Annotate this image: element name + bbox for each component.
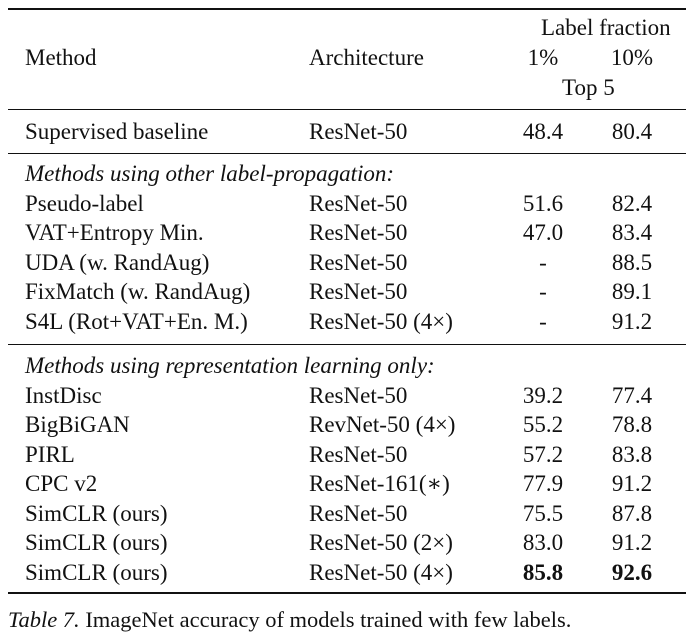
- row-architecture: ResNet-50 (2×): [309, 530, 453, 555]
- row-architecture: ResNet-50: [309, 500, 408, 526]
- baseline-architecture: ResNet-50: [309, 119, 408, 144]
- row-architecture: ResNet-50 (4×): [309, 559, 453, 585]
- row-top5-1pct: 47.0: [522, 220, 564, 245]
- row-top5-10pct: 82.4: [611, 190, 653, 216]
- group-rule: [8, 344, 686, 346]
- row-architecture: ResNet-50: [309, 441, 408, 467]
- header-1-percent: 1%: [527, 45, 559, 70]
- row-top5-10pct: 89.1: [611, 279, 653, 304]
- row-top5-1pct: -: [539, 249, 547, 275]
- header-method: Method: [25, 45, 97, 70]
- row-method: VAT+Entropy Min.: [25, 220, 204, 245]
- baseline-method: Supervised baseline: [25, 119, 209, 144]
- row-top5-1pct: 57.2: [522, 441, 564, 467]
- row-top5-1pct: -: [539, 308, 547, 334]
- row-top5-1pct: 39.2: [522, 382, 564, 408]
- row-top5-10pct: 83.8: [611, 441, 653, 467]
- row-top5-10pct: 91.2: [611, 530, 653, 555]
- header-top5: Top 5: [562, 75, 615, 100]
- row-top5-1pct: 77.9: [522, 471, 564, 496]
- row-top5-1pct: 55.2: [522, 412, 564, 437]
- row-architecture: ResNet-161(∗): [309, 471, 450, 496]
- row-architecture: ResNet-50: [309, 382, 408, 408]
- row-top5-10pct: 77.4: [611, 382, 653, 408]
- row-method: UDA (w. RandAug): [25, 249, 210, 275]
- row-method: Pseudo-label: [25, 190, 144, 216]
- caption-text: ImageNet accuracy of models trained with…: [79, 607, 572, 632]
- row-method: SimCLR (ours): [25, 530, 168, 555]
- row-top5-10pct: 83.4: [611, 220, 653, 245]
- row-top5-1pct: 51.6: [522, 190, 564, 216]
- row-top5-10pct: 91.2: [611, 471, 653, 496]
- row-architecture: ResNet-50: [309, 190, 408, 216]
- row-top5-10pct: 91.2: [611, 308, 653, 334]
- row-architecture: RevNet-50 (4×): [309, 412, 456, 437]
- row-top5-1pct: 83.0: [522, 530, 564, 555]
- header-10-percent: 10%: [610, 45, 654, 70]
- table-caption: Table 7. ImageNet accuracy of models tra…: [8, 606, 571, 634]
- row-top5-1pct: 75.5: [522, 500, 564, 526]
- row-top5-10pct: 92.6: [611, 559, 653, 585]
- row-top5-1pct: 85.8: [522, 559, 564, 585]
- row-method: InstDisc: [25, 382, 102, 408]
- row-method: FixMatch (w. RandAug): [25, 279, 251, 304]
- row-top5-10pct: 78.8: [611, 412, 653, 437]
- baseline-top5-1pct: 48.4: [522, 119, 564, 144]
- row-method: BigBiGAN: [25, 412, 130, 437]
- group-title: Methods using other label-propagation:: [25, 161, 395, 186]
- row-method: PIRL: [25, 441, 75, 467]
- row-top5-10pct: 87.8: [611, 500, 653, 526]
- row-architecture: ResNet-50 (4×): [309, 308, 453, 334]
- header-architecture: Architecture: [309, 45, 424, 70]
- row-architecture: ResNet-50: [309, 220, 408, 245]
- top-rule: [8, 8, 686, 10]
- row-architecture: ResNet-50: [309, 249, 408, 275]
- caption-label: Table 7.: [8, 607, 80, 632]
- row-method: SimCLR (ours): [25, 559, 168, 585]
- row-method: SimCLR (ours): [25, 500, 168, 526]
- row-method: CPC v2: [25, 471, 98, 496]
- bottom-rule: [8, 592, 686, 594]
- baseline-rule: [8, 153, 686, 155]
- row-top5-10pct: 88.5: [611, 249, 653, 275]
- row-method: S4L (Rot+VAT+En. M.): [25, 308, 248, 334]
- header-rule: [8, 109, 686, 111]
- row-architecture: ResNet-50: [309, 279, 408, 304]
- baseline-top5-10pct: 80.4: [611, 119, 653, 144]
- header-label-fraction: Label fraction: [541, 15, 671, 40]
- row-top5-1pct: -: [539, 279, 547, 304]
- group-title: Methods using representation learning on…: [25, 353, 435, 378]
